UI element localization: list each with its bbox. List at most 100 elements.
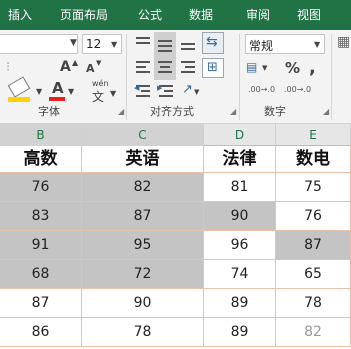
- merge-cells-icon: ⊞: [207, 60, 218, 75]
- group-label-font: 字体: [38, 105, 60, 118]
- table-cell[interactable]: 74: [204, 260, 276, 289]
- column-header-d[interactable]: D: [204, 124, 276, 146]
- table-cell[interactable]: 75: [276, 173, 351, 202]
- table-cell[interactable]: 78: [276, 289, 351, 318]
- table-cell[interactable]: 96: [204, 231, 276, 260]
- wrap-text-button[interactable]: ⇆: [202, 32, 224, 54]
- tab-data[interactable]: 数据: [189, 0, 213, 30]
- header-cell[interactable]: 英语: [82, 146, 204, 173]
- bold-italic-underline: ⁝: [0, 58, 48, 78]
- table-cell[interactable]: 82: [82, 173, 204, 202]
- group-divider: [126, 34, 127, 120]
- column-header-c[interactable]: C: [82, 124, 204, 146]
- column-letter: B: [36, 128, 45, 142]
- column-header-e[interactable]: E: [276, 124, 351, 146]
- font-grow-button[interactable]: A: [60, 59, 71, 75]
- fill-color-swatch: [8, 97, 30, 102]
- header-cell[interactable]: 高数: [0, 146, 82, 173]
- table-cell[interactable]: 83: [0, 202, 82, 231]
- table-cell[interactable]: 68: [0, 260, 82, 289]
- font-color-dropdown-icon[interactable]: ▼: [68, 87, 74, 96]
- alignment-dialog-launcher-icon[interactable]: ◢: [230, 107, 236, 116]
- table-cell[interactable]: 87: [276, 231, 351, 260]
- decrease-decimal-button[interactable]: .00→.0: [284, 85, 311, 94]
- font-color-swatch: [49, 97, 65, 101]
- table-cell[interactable]: 90: [204, 202, 276, 231]
- font-size-value: 12: [86, 37, 102, 51]
- wrap-text-icon: ⇆: [206, 34, 218, 50]
- table-cell[interactable]: 76: [276, 202, 351, 231]
- right-arrow-icon: ▶: [157, 84, 163, 92]
- table-cell[interactable]: 95: [82, 231, 204, 260]
- accounting-icon: ▤: [246, 60, 258, 74]
- column-header-b[interactable]: B: [0, 124, 82, 146]
- orientation-button[interactable]: ↗ ▼: [180, 82, 200, 100]
- phonetic-dropdown-icon[interactable]: ▼: [110, 89, 116, 98]
- accounting-dropdown-icon: ▼: [262, 64, 268, 72]
- align-left-button[interactable]: [133, 58, 153, 76]
- table-cell[interactable]: 82: [276, 318, 351, 347]
- font-dialog-launcher-icon[interactable]: ◢: [118, 107, 124, 116]
- tab-page-layout[interactable]: 页面布局: [60, 0, 108, 30]
- tab-formulas[interactable]: 公式: [138, 0, 162, 30]
- format-buttons-icon[interactable]: ⁝: [6, 60, 10, 75]
- font-shrink-arrow-icon: ▼: [96, 59, 102, 67]
- table-cell[interactable]: 78: [82, 318, 204, 347]
- font-name-dropdown-icon[interactable]: ▼: [70, 38, 77, 48]
- align-bottom-button[interactable]: [178, 34, 198, 52]
- decrease-indent-button[interactable]: ◀: [133, 82, 153, 100]
- column-letter: C: [138, 128, 147, 142]
- align-top-button[interactable]: [133, 34, 153, 52]
- number-format-box[interactable]: 常规 ▼: [245, 34, 325, 54]
- percent-style-button[interactable]: %: [285, 59, 300, 77]
- table-cell[interactable]: 76: [0, 173, 82, 202]
- font-name-box[interactable]: [0, 34, 78, 54]
- group-divider: [239, 34, 240, 120]
- group-divider: [331, 34, 332, 120]
- increase-decimal-button[interactable]: .00→.0: [248, 85, 275, 94]
- font-size-box[interactable]: 12 ▼: [82, 34, 122, 54]
- column-letter: E: [309, 128, 317, 142]
- phonetic-button[interactable]: 文: [92, 88, 104, 105]
- table-cell[interactable]: 65: [276, 260, 351, 289]
- tab-view[interactable]: 视图: [297, 0, 321, 30]
- merge-center-button[interactable]: ⊞: [202, 58, 224, 78]
- number-dialog-launcher-icon[interactable]: ◢: [323, 107, 329, 116]
- table-cell[interactable]: 90: [82, 289, 204, 318]
- spreadsheet-grid: 高数 英语 法律 数电 76 82 81 75 83 87 90 76 91 95 96 87 68 72 74 65…: [0, 146, 351, 349]
- header-cell[interactable]: 数电: [276, 146, 351, 173]
- table-cell[interactable]: 89: [204, 289, 276, 318]
- number-format-dropdown-icon[interactable]: ▼: [314, 40, 320, 49]
- number-format-value: 常规: [249, 39, 274, 53]
- fill-color-dropdown-icon[interactable]: ▼: [36, 87, 42, 96]
- orientation-icon: ↗: [182, 82, 193, 97]
- table-cell[interactable]: 87: [0, 289, 82, 318]
- increase-indent-button[interactable]: ▶: [156, 82, 176, 100]
- phonetic-label: wén: [92, 79, 109, 88]
- fill-color-button[interactable]: [7, 76, 38, 104]
- header-cell[interactable]: 法律: [204, 146, 276, 173]
- font-color-button[interactable]: A: [52, 79, 64, 97]
- table-cell[interactable]: 81: [204, 173, 276, 202]
- group-label-number: 数字: [264, 105, 286, 118]
- left-arrow-icon: ◀: [134, 84, 140, 92]
- align-right-button[interactable]: [178, 58, 198, 76]
- align-center-button[interactable]: [158, 58, 174, 76]
- table-cell[interactable]: 72: [82, 260, 204, 289]
- column-header-bar: B C D E: [0, 124, 351, 146]
- comma-style-button[interactable]: ,: [309, 57, 316, 78]
- table-cell[interactable]: 87: [82, 202, 204, 231]
- paint-bucket-icon: [7, 76, 31, 98]
- font-size-dropdown-icon[interactable]: ▼: [111, 40, 117, 49]
- menu-bar: 插入 页面布局 公式 数据 审阅 视图: [0, 0, 351, 30]
- column-letter: D: [234, 128, 245, 142]
- table-cell[interactable]: 86: [0, 318, 82, 347]
- font-shrink-button[interactable]: A: [86, 62, 95, 75]
- styles-group-edge[interactable]: ▦: [336, 34, 350, 54]
- accounting-format-button[interactable]: ▤ ▼: [246, 60, 272, 78]
- font-grow-arrow-icon: ▲: [72, 58, 79, 67]
- table-cell[interactable]: 91: [0, 231, 82, 260]
- tab-review[interactable]: 审阅: [246, 0, 270, 30]
- table-cell[interactable]: 89: [204, 318, 276, 347]
- tab-insert[interactable]: 插入: [8, 0, 32, 30]
